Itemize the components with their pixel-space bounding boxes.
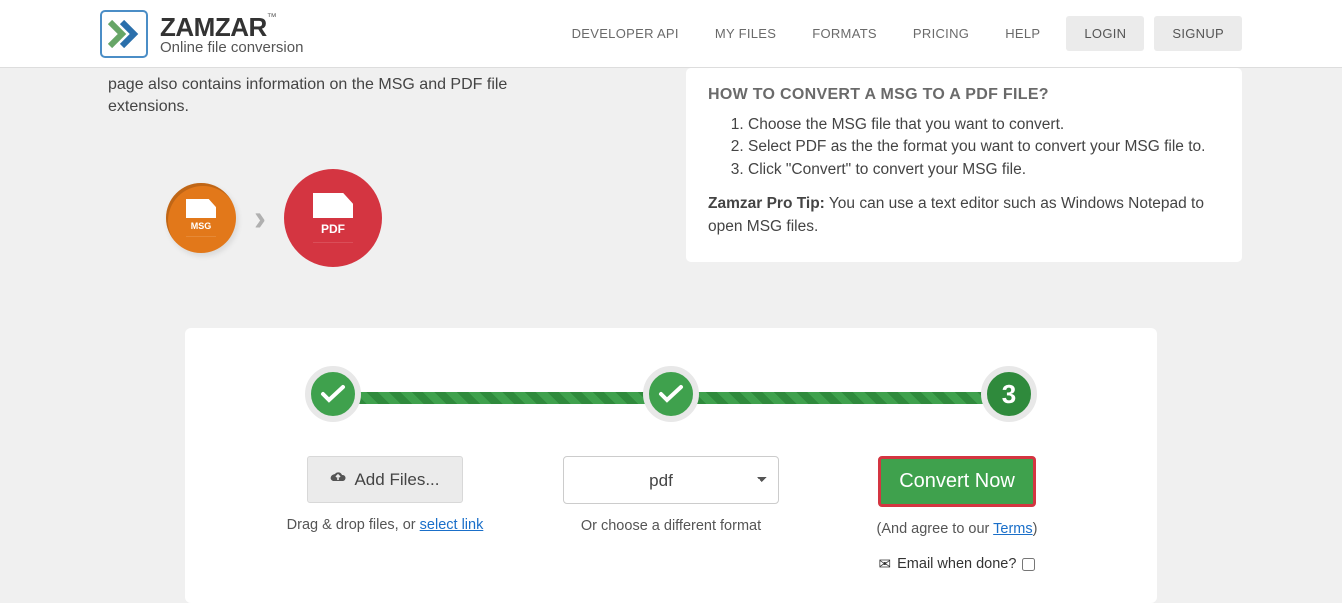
step-1-icon — [305, 366, 361, 422]
format-select[interactable]: pdf — [563, 456, 779, 504]
file-type-icons: MSG › PDF — [166, 169, 568, 267]
protip: Zamzar Pro Tip: You can use a text edito… — [708, 193, 1220, 238]
howto-card: HOW TO CONVERT A MSG TO A PDF FILE? Choo… — [686, 68, 1242, 262]
upload-icon — [330, 469, 346, 490]
converter-panel: 3 Add Files... Drag & drop files, or sel… — [185, 328, 1157, 603]
add-files-label: Add Files... — [354, 470, 439, 490]
add-files-col: Add Files... Drag & drop files, or selec… — [245, 456, 525, 533]
msg-file-icon: MSG — [166, 183, 236, 253]
converter-actions: Add Files... Drag & drop files, or selec… — [245, 456, 1097, 573]
select-link[interactable]: select link — [420, 517, 484, 533]
howto-step-1: Choose the MSG file that you want to con… — [748, 114, 1220, 136]
check-icon — [658, 384, 684, 404]
step-3-icon: 3 — [981, 366, 1037, 422]
logo-icon — [100, 10, 148, 58]
howto-step-3: Click "Convert" to convert your MSG file… — [748, 159, 1220, 181]
logo-text: ZAMZAR™ Online file conversion — [160, 12, 303, 56]
add-files-button[interactable]: Add Files... — [307, 456, 462, 503]
nav-developer-api[interactable]: DEVELOPER API — [556, 16, 695, 51]
logo[interactable]: ZAMZAR™ Online file conversion — [100, 10, 303, 58]
logo-subtitle: Online file conversion — [160, 39, 303, 56]
email-checkbox[interactable] — [1022, 558, 1035, 571]
check-icon — [320, 384, 346, 404]
format-col: pdf Or choose a different format — [531, 456, 811, 534]
step-2-icon — [643, 366, 699, 422]
nav-my-files[interactable]: MY FILES — [699, 16, 792, 51]
howto-step-2: Select PDF as the the format you want to… — [748, 136, 1220, 158]
pdf-file-icon: PDF — [284, 169, 382, 267]
howto-title: HOW TO CONVERT A MSG TO A PDF FILE? — [708, 86, 1220, 104]
nav-formats[interactable]: FORMATS — [796, 16, 893, 51]
signup-button[interactable]: SIGNUP — [1154, 16, 1242, 51]
arrow-icon: › — [254, 193, 266, 243]
site-header: ZAMZAR™ Online file conversion DEVELOPER… — [0, 0, 1342, 68]
convert-col: Convert Now (And agree to our Terms) ✉ E… — [817, 456, 1097, 573]
howto-steps: Choose the MSG file that you want to con… — [708, 114, 1220, 181]
envelope-icon: ✉ — [879, 555, 892, 573]
step-indicator: 3 — [305, 366, 1037, 426]
intro-block: page also contains information on the MS… — [108, 74, 568, 267]
protip-label: Zamzar Pro Tip: — [708, 195, 825, 212]
agree-text: (And agree to our Terms) — [817, 521, 1097, 537]
format-subtext: Or choose a different format — [531, 518, 811, 534]
nav-pricing[interactable]: PRICING — [897, 16, 985, 51]
drag-drop-text: Drag & drop files, or select link — [245, 517, 525, 533]
msg-label: MSG — [186, 218, 216, 237]
logo-trademark: ™ — [267, 12, 277, 23]
intro-text: page also contains information on the MS… — [108, 74, 568, 119]
terms-link[interactable]: Terms — [993, 521, 1032, 537]
email-when-done: ✉ Email when done? — [817, 555, 1097, 573]
step-3-number: 3 — [1002, 379, 1016, 410]
convert-button[interactable]: Convert Now — [878, 456, 1036, 507]
main-nav: DEVELOPER API MY FILES FORMATS PRICING H… — [556, 16, 1242, 51]
login-button[interactable]: LOGIN — [1066, 16, 1144, 51]
pdf-label: PDF — [313, 218, 353, 243]
nav-help[interactable]: HELP — [989, 16, 1056, 51]
email-label: Email when done? — [897, 556, 1016, 572]
logo-title: ZAMZAR — [160, 12, 267, 42]
